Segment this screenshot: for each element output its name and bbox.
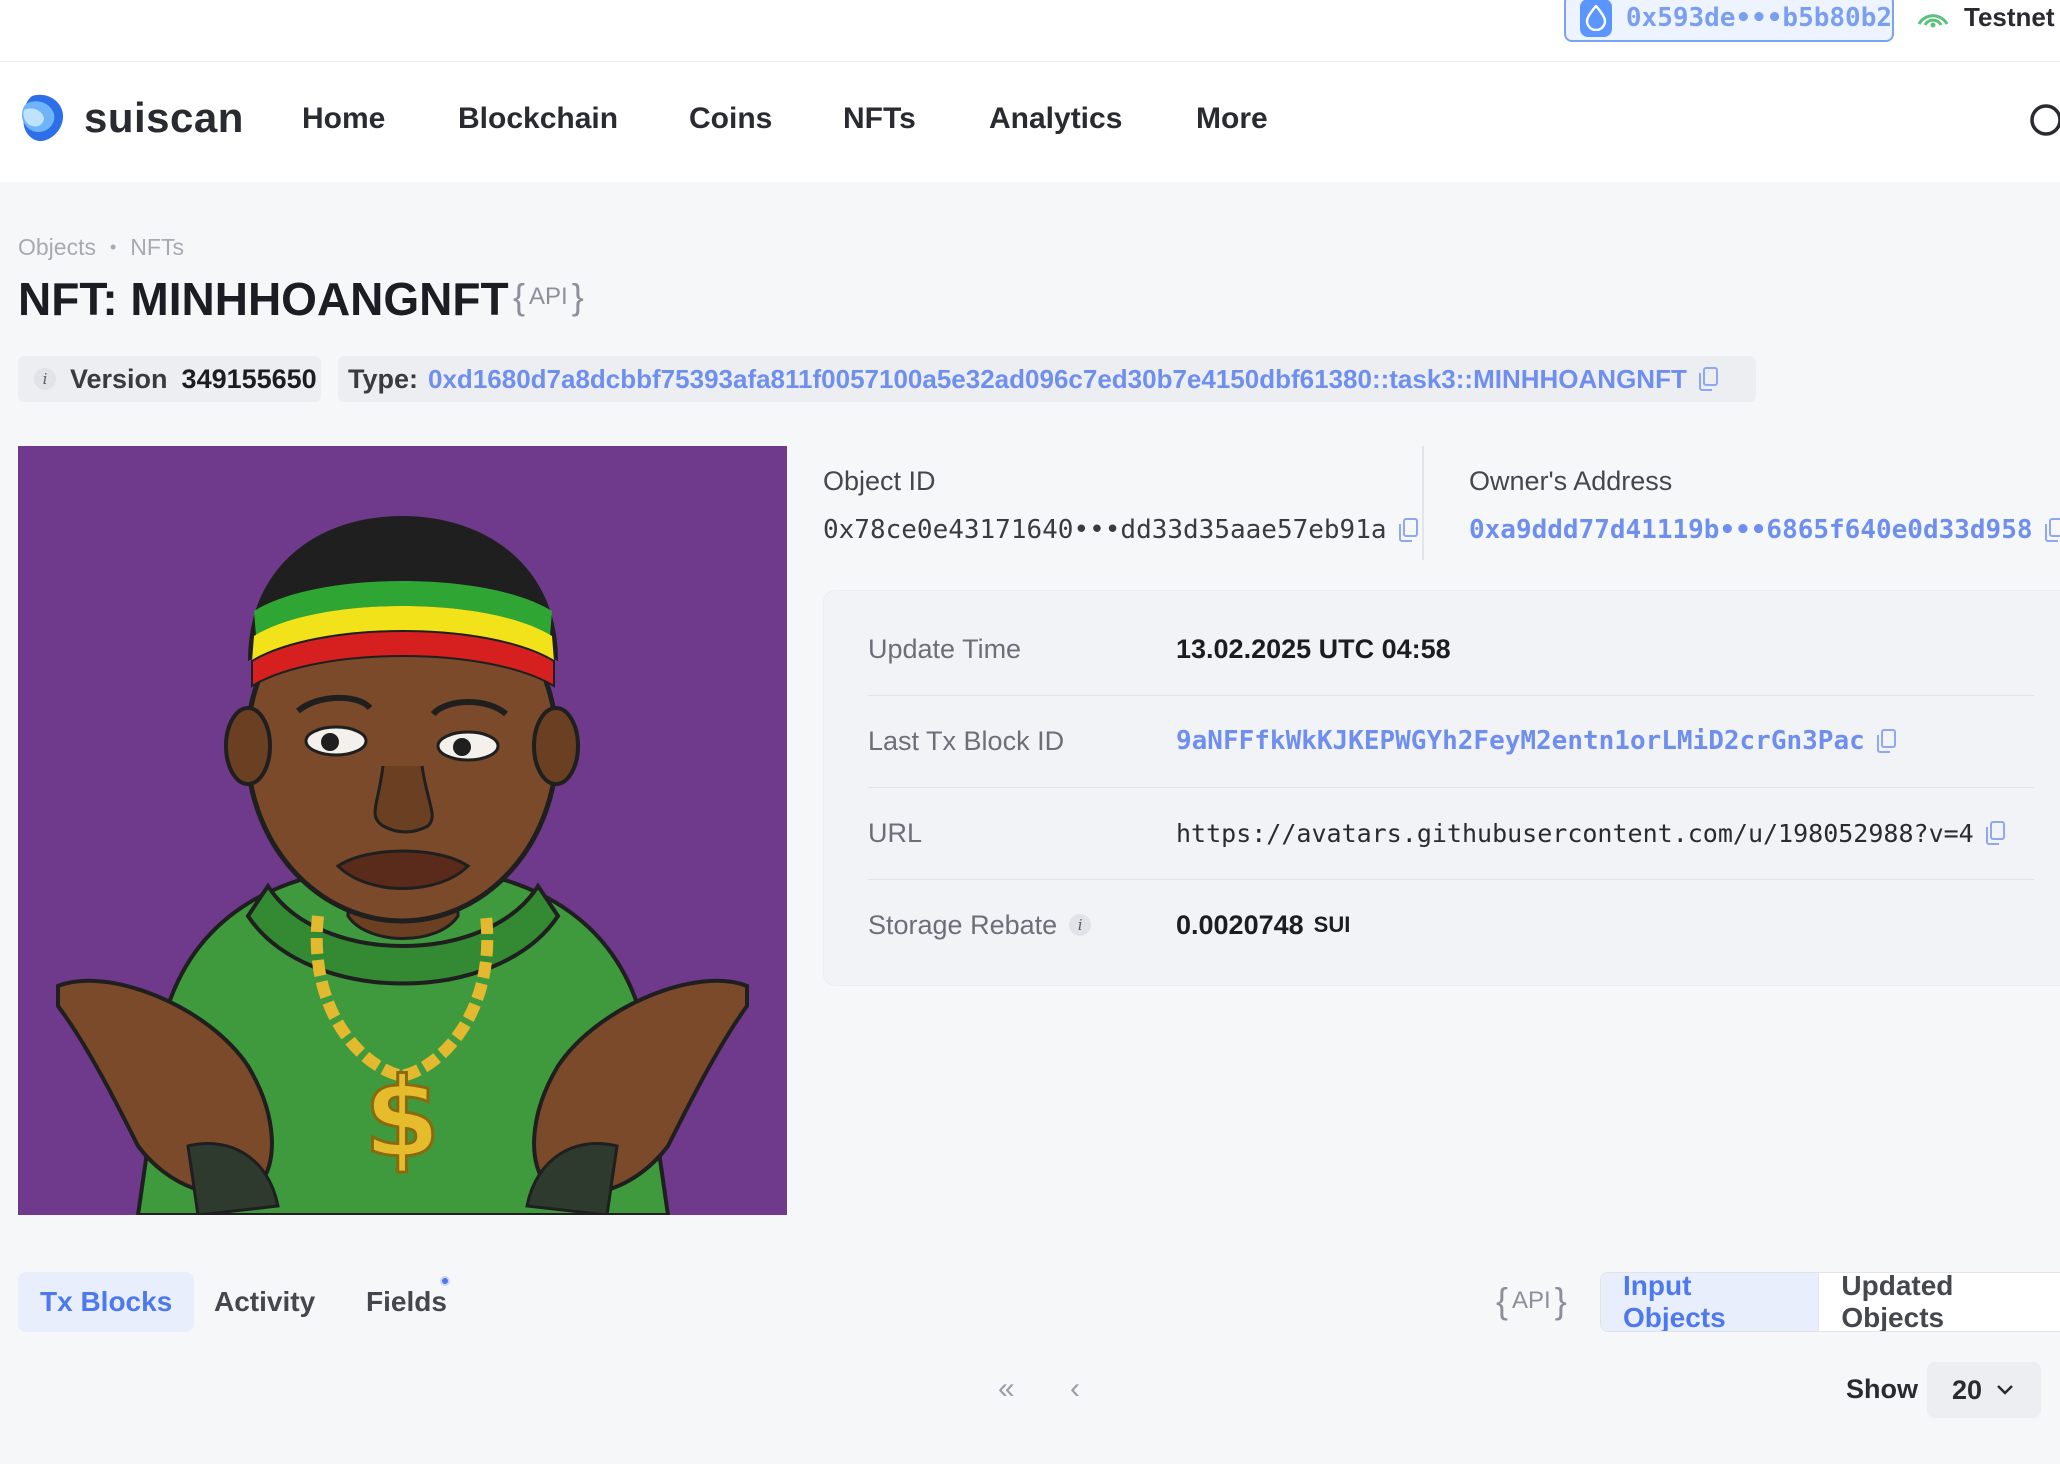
url-row: URL https://avatars.githubusercontent.co… [868,787,2034,879]
page-title: NFT: MINHHOANGNFT [18,273,509,325]
main-navbar: suiscan Home Blockchain Coins NFTs Analy… [0,62,2060,182]
copy-icon[interactable] [2043,517,2060,543]
info-icon[interactable]: i [1069,914,1092,936]
last-tx-label: Last Tx Block ID [868,725,1065,756]
storage-rebate-label: Storage Rebate [868,909,1058,940]
version-value: 349155650 [181,363,317,394]
version-chip: i Version 349155650 [18,356,321,402]
storage-rebate-value: 0.0020748 [1176,909,1304,940]
show-label: Show [1846,1374,1918,1404]
storage-rebate-unit: SUI [1313,912,1351,937]
page-size-value: 20 [1952,1374,1983,1405]
signal-icon [1917,14,1949,28]
copy-icon[interactable] [1984,820,2006,846]
search-button[interactable] [2028,102,2060,147]
version-label: Version [70,363,168,394]
storage-rebate-row: Storage Rebate i 0.0020748 SUI [868,879,2034,971]
type-chip: Type: 0xd1680d7a8dcbbf75393afa811f005710… [338,356,1756,402]
nav-analytics[interactable]: Analytics [989,102,1122,136]
suiscan-logo-icon [22,94,64,142]
api-link[interactable]: {API} [1496,1280,1567,1322]
owner-address-value[interactable]: 0xa9ddd77d41119b•••6865f640e0d33d958 [1469,515,2033,545]
object-id-label: Object ID [823,466,936,496]
segment-updated-objects[interactable]: Updated Objects [1819,1273,2060,1331]
tab-tx-blocks[interactable]: Tx Blocks [18,1272,195,1332]
last-tx-row: Last Tx Block ID 9aNFFfkWkKJKEPWGYh2FeyM… [868,695,2034,787]
page-size-select[interactable]: 20 [1927,1362,2041,1418]
api-label: API [1512,1287,1551,1314]
breadcrumb-nfts[interactable]: NFTs [130,234,184,261]
svg-text:$: $ [364,1054,441,1182]
info-icon: i [34,368,56,390]
copy-icon[interactable] [1875,728,1897,754]
nav-coins[interactable]: Coins [689,102,772,136]
breadcrumb-objects[interactable]: Objects [18,234,96,261]
nav-home[interactable]: Home [302,102,385,136]
copy-icon[interactable] [1697,366,1719,392]
suiscan-logo[interactable]: suiscan [18,90,244,146]
wallet-button[interactable]: 0x593de•••b5b80b2 [1564,0,1894,42]
nav-blockchain[interactable]: Blockchain [458,102,618,136]
last-tx-value[interactable]: 9aNFFfkWkKJKEPWGYh2FeyM2entn1orLMiD2crGn… [1176,726,1865,756]
object-id-value: 0x78ce0e43171640•••dd33d35aae57eb91a [823,515,1387,545]
tab-activity[interactable]: Activity [192,1272,337,1332]
brand-name: suiscan [84,94,244,141]
update-time-value: 13.02.2025 UTC 04:58 [1176,633,1451,664]
divider [1422,446,1424,560]
nav-nfts[interactable]: NFTs [843,102,916,136]
top-bar: 0x593de•••b5b80b2 Testnet [0,0,2060,62]
owner-address-block: Owner's Address 0xa9ddd77d41119b•••6865f… [1469,466,2060,545]
api-label: API [529,283,568,310]
tab-fields[interactable]: Fields [344,1272,469,1332]
update-time-label: Update Time [868,633,1022,664]
objects-segmented-control: Input Objects Updated Objects [1600,1272,2060,1332]
url-value: https://avatars.githubusercontent.com/u/… [1176,818,1974,848]
wallet-address: 0x593de•••b5b80b2 [1625,3,1892,33]
nft-image: $ [18,446,787,1215]
details-card: Update Time 13.02.2025 UTC 04:58 Last Tx… [823,590,2060,986]
sui-drop-icon [1580,0,1612,37]
object-id-block: Object ID 0x78ce0e43171640•••dd33d35aae5… [823,466,1419,545]
nav-more[interactable]: More [1196,102,1268,136]
type-value[interactable]: 0xd1680d7a8dcbbf75393afa811f0057100a5e32… [428,364,1687,395]
network-selector[interactable]: Testnet [1916,0,2055,34]
url-label: URL [868,817,923,848]
api-link[interactable]: {API} [513,276,584,318]
breadcrumb-separator: • [109,237,117,257]
prev-page-button[interactable]: ‹ [1070,1372,1080,1406]
network-label: Testnet [1964,1,2055,32]
breadcrumb: Objects • NFTs [18,234,184,261]
segment-input-objects[interactable]: Input Objects [1601,1273,1820,1331]
copy-icon[interactable] [1397,517,1419,543]
owner-address-label: Owner's Address [1469,466,1673,496]
update-time-row: Update Time 13.02.2025 UTC 04:58 [868,603,2034,695]
chevron-down-icon [1997,1385,2013,1395]
first-page-button[interactable]: « [998,1372,1015,1406]
search-icon [2030,104,2060,136]
fields-notification-dot [440,1276,450,1286]
type-label: Type: [348,363,419,394]
